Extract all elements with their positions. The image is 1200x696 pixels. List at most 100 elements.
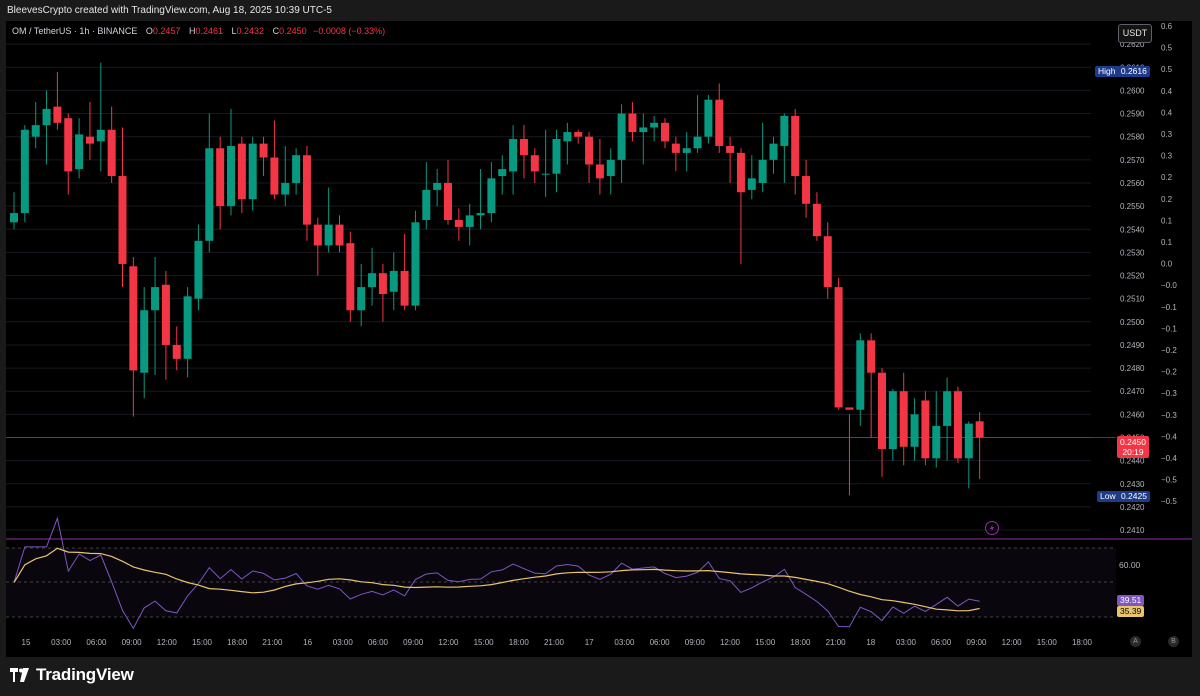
candle-body <box>617 113 626 160</box>
candle-body <box>845 407 854 410</box>
candle-body <box>194 240 203 299</box>
time-tick-label: 06:00 <box>368 638 389 647</box>
candle-body <box>628 113 637 133</box>
rsi-band <box>6 548 1116 617</box>
right-scale-tick: −0.3 <box>1161 389 1177 398</box>
candle-body <box>227 145 235 207</box>
candle-body <box>151 287 160 311</box>
candle-body <box>769 143 778 160</box>
candle-body <box>606 159 615 177</box>
right-scale-tick: −0.5 <box>1161 497 1177 506</box>
axis-button-b[interactable]: B <box>1168 636 1179 647</box>
footer-bar <box>0 657 1200 696</box>
symbol-title[interactable]: OM / TetherUS · 1h · BINANCE <box>12 26 137 36</box>
tradingview-brand[interactable]: TradingView <box>10 665 134 685</box>
time-tick-label: 18:00 <box>509 638 530 647</box>
candle-body <box>422 189 431 220</box>
right-scale-tick: −0.3 <box>1161 411 1177 420</box>
price-tick-label: 0.2540 <box>1120 225 1145 234</box>
price-tick-label: 0.2580 <box>1120 133 1145 142</box>
currency-button[interactable]: USDT <box>1118 24 1152 43</box>
time-tick-label: 16 <box>303 638 312 647</box>
close-value: 0.2450 <box>279 26 307 36</box>
time-tick-label: 06:00 <box>86 638 107 647</box>
time-tick-label: 18:00 <box>227 638 248 647</box>
time-tick-label: 03:00 <box>333 638 354 647</box>
candle-body <box>867 340 876 373</box>
price-tick-label: 0.2530 <box>1120 248 1145 257</box>
candle-body <box>205 148 214 241</box>
high-tag: High 0.2616 <box>1095 66 1150 77</box>
candle-body <box>704 99 713 137</box>
candle-body <box>259 143 268 158</box>
rsi-ma-value-tag: 35.39 <box>1117 606 1145 617</box>
candle-body <box>368 273 377 288</box>
candle-body <box>454 219 463 227</box>
time-tick-label: 12:00 <box>438 638 459 647</box>
high-tag-label: High <box>1098 66 1116 76</box>
right-scale-tick: 0.1 <box>1161 238 1173 247</box>
candle-body <box>281 182 290 195</box>
axis-button-a[interactable]: A <box>1130 636 1141 647</box>
right-scale-tick: 0.4 <box>1161 108 1173 117</box>
price-tick-label: 0.2550 <box>1120 202 1145 211</box>
candle-body <box>650 122 659 128</box>
candle-body <box>118 176 127 264</box>
candle-body <box>693 136 702 149</box>
price-tick-label: 0.2460 <box>1120 410 1145 419</box>
time-tick-label: 12:00 <box>157 638 178 647</box>
candle-body <box>856 340 865 410</box>
candle-body <box>921 400 930 459</box>
candle-body <box>910 414 919 447</box>
candle-body <box>161 284 170 345</box>
candle-body <box>812 203 821 237</box>
candle-body <box>834 287 843 408</box>
candle-body <box>270 157 279 195</box>
candle-body <box>476 213 485 216</box>
price-tick-label: 0.2560 <box>1120 179 1145 188</box>
time-tick-label: 15:00 <box>192 638 213 647</box>
price-tick-label: 0.2600 <box>1120 86 1145 95</box>
right-scale-tick: 0.5 <box>1161 44 1173 53</box>
brand-name: TradingView <box>36 665 134 684</box>
right-scale-tick: −0.1 <box>1161 324 1177 333</box>
last-price-value: 0.2450 <box>1120 437 1146 447</box>
time-tick-label: 15:00 <box>474 638 495 647</box>
bar-countdown: 20:19 <box>1122 447 1144 457</box>
price-tick-label: 0.2520 <box>1120 272 1145 281</box>
high-tag-value: 0.2616 <box>1120 66 1147 76</box>
price-tick-label: 0.2510 <box>1120 295 1145 304</box>
candle-body <box>487 178 496 214</box>
candle-body <box>129 266 138 371</box>
tradingview-logo-icon <box>10 668 30 682</box>
price-tick-label: 0.2420 <box>1120 503 1145 512</box>
price-tick-label: 0.2500 <box>1120 318 1145 327</box>
candle-body <box>96 129 105 142</box>
right-scale-tick: 0.2 <box>1161 173 1173 182</box>
candle-body <box>943 391 952 426</box>
candle-body <box>357 287 366 311</box>
time-tick-label: 15 <box>22 638 31 647</box>
chart-area[interactable]: 0.26200.26100.26000.25900.25800.25700.25… <box>6 21 1192 657</box>
candle-body <box>530 155 539 172</box>
candle-body <box>899 391 908 447</box>
candle-body <box>682 148 691 153</box>
time-tick-label: 17 <box>585 638 594 647</box>
candle-body <box>400 270 409 306</box>
candle-body <box>747 178 756 190</box>
candle-body <box>107 129 116 177</box>
low-value: 0.2432 <box>236 26 265 36</box>
time-tick-label: 03:00 <box>896 638 917 647</box>
candle-body <box>541 173 550 175</box>
candle-body <box>552 139 561 174</box>
right-scale-tick: −0.4 <box>1161 432 1177 441</box>
ohlc-legend: OM / TetherUS · 1h · BINANCE O0.2457 H0.… <box>12 26 385 36</box>
right-scale-tick: 0.3 <box>1161 152 1173 161</box>
price-chart[interactable]: 0.26200.26100.26000.25900.25800.25700.25… <box>6 21 1192 657</box>
flash-icon <box>985 521 999 535</box>
candle-body <box>823 236 832 288</box>
right-scale-tick: 0.0 <box>1161 260 1173 269</box>
time-tick-label: 06:00 <box>931 638 952 647</box>
candle-body <box>10 213 18 223</box>
time-tick-label: 12:00 <box>720 638 741 647</box>
